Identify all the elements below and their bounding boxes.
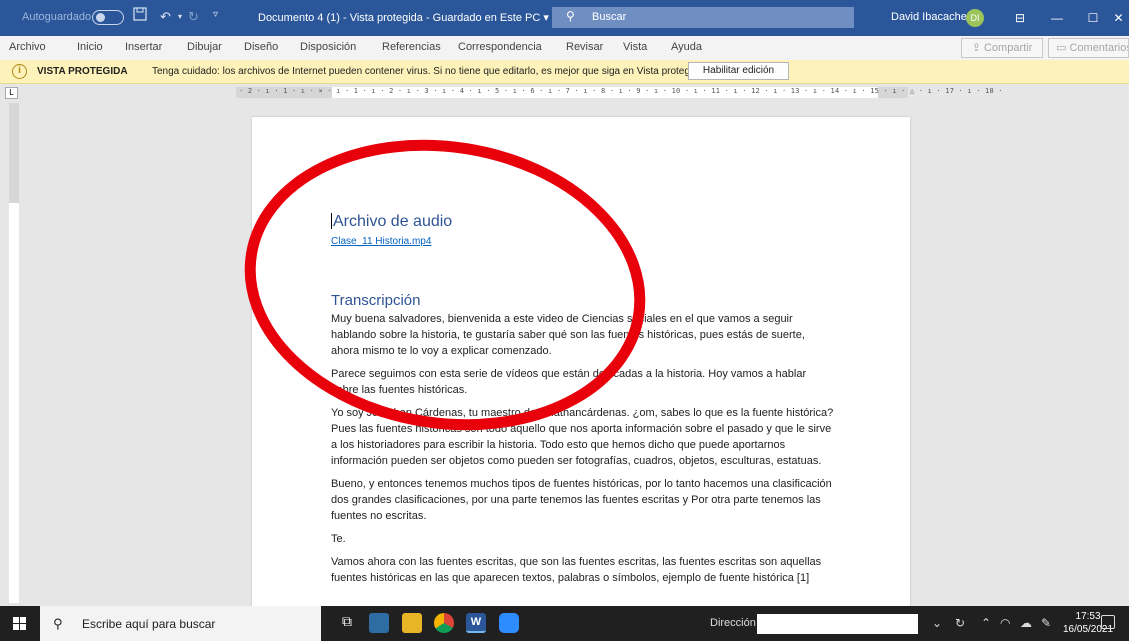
paragraph: Parece seguimos con esta serie de vídeos… xyxy=(331,368,807,396)
windows-taskbar: ⚲ Escribe aquí para buscar ⧉ W Dirección… xyxy=(0,606,1129,641)
tab-revisar[interactable]: Revisar xyxy=(566,41,603,53)
autosave-label: Autoguardado xyxy=(22,11,92,23)
audio-file-link[interactable]: Clase_11 Historia.mp4 xyxy=(331,234,836,250)
tab-disposicion[interactable]: Disposición xyxy=(300,41,356,53)
protected-view-bar: i VISTA PROTEGIDA Tenga cuidado: los arc… xyxy=(0,60,1129,84)
search-box[interactable]: ⚲ Buscar xyxy=(552,7,854,28)
pen-icon[interactable]: ✎ xyxy=(1041,616,1051,630)
ribbon-tabs: Archivo Inicio Insertar Dibujar Diseño D… xyxy=(0,36,1129,60)
task-view-icon[interactable]: ⧉ xyxy=(337,613,357,633)
notifications-icon[interactable] xyxy=(1101,615,1115,629)
refresh-icon[interactable]: ↻ xyxy=(955,616,965,630)
undo-dropdown-icon[interactable]: ▾ xyxy=(178,12,182,21)
address-label: Dirección xyxy=(710,617,756,629)
zoom-icon[interactable] xyxy=(499,613,519,633)
document-body[interactable]: Archivo de audio Clase_11 Historia.mp4 T… xyxy=(331,212,836,593)
info-icon: i xyxy=(12,64,27,79)
save-icon[interactable] xyxy=(133,7,147,24)
horizontal-ruler-area: L · 2 · ı · 1 · ı · ⨯ · ı · 1 · ı · 2 · … xyxy=(0,84,1129,103)
onedrive-icon[interactable]: ☁ xyxy=(1020,616,1032,630)
tab-selector[interactable]: L xyxy=(5,87,18,99)
vertical-ruler-margin xyxy=(9,103,19,203)
protected-view-title: VISTA PROTEGIDA xyxy=(37,66,128,77)
document-page[interactable]: Archivo de audio Clase_11 Historia.mp4 T… xyxy=(252,117,910,617)
tab-correspondencia[interactable]: Correspondencia xyxy=(458,41,542,53)
minimize-icon[interactable]: — xyxy=(1039,6,1075,30)
taskbar-search-placeholder: Escribe aquí para buscar xyxy=(82,617,216,631)
avatar[interactable]: DI xyxy=(966,9,984,27)
heading-transcripcion: Transcripción xyxy=(331,292,421,309)
windows-logo-icon[interactable] xyxy=(0,606,40,641)
share-icon: ⇪ xyxy=(971,42,981,54)
paragraph: Muy buena salvadores, bienvenida a este … xyxy=(331,313,805,357)
tab-referencias[interactable]: Referencias xyxy=(382,41,441,53)
tab-archivo[interactable]: Archivo xyxy=(9,41,46,53)
horizontal-ruler[interactable]: · 2 · ı · 1 · ı · ⨯ · ı · 1 · ı · 2 · ı … xyxy=(236,87,1002,98)
paragraph: Yo soy Jonathan Cárdenas, tu maestro de … xyxy=(331,407,834,467)
chevron-down-icon[interactable]: ⌄ xyxy=(932,616,942,630)
protected-view-message: Tenga cuidado: los archivos de Internet … xyxy=(152,66,707,77)
close-icon[interactable]: ✕ xyxy=(1108,6,1129,30)
maximize-icon[interactable]: ☐ xyxy=(1075,6,1111,30)
document-title: Documento 4 (1) - Vista protegida - Guar… xyxy=(258,12,549,24)
undo-icon[interactable]: ↶ xyxy=(160,9,171,25)
search-icon: ⚲ xyxy=(566,9,575,23)
paragraph: Bueno, y entonces tenemos muchos tipos d… xyxy=(331,478,832,522)
calculator-icon[interactable] xyxy=(369,613,389,633)
comments-button[interactable]: ▭ Comentarios xyxy=(1048,38,1129,58)
taskbar-search-box[interactable]: ⚲ Escribe aquí para buscar xyxy=(40,606,321,641)
tab-inicio[interactable]: Inicio xyxy=(77,41,103,53)
wifi-icon[interactable]: ◠ xyxy=(1000,616,1010,630)
heading-archivo-de-audio: Archivo de audio xyxy=(331,213,453,230)
comments-label: Comentarios xyxy=(1069,42,1129,54)
autosave-toggle[interactable] xyxy=(92,10,124,25)
address-input[interactable] xyxy=(757,614,918,634)
search-icon: ⚲ xyxy=(53,616,63,631)
text-cursor xyxy=(331,213,332,229)
share-button[interactable]: ⇪ Compartir xyxy=(961,38,1043,58)
tab-vista[interactable]: Vista xyxy=(623,41,647,53)
paragraph: Vamos ahora con las fuentes escritas, qu… xyxy=(331,556,822,584)
chevron-up-icon[interactable]: ⌃ xyxy=(981,616,991,630)
redo-icon: ↻ xyxy=(188,9,199,24)
ribbon-display-options-icon[interactable]: ⊟ xyxy=(1002,6,1038,30)
user-name[interactable]: David Ibacache xyxy=(891,11,967,23)
tab-dibujar[interactable]: Dibujar xyxy=(187,41,222,53)
title-bar: Autoguardado ↶ ▾ ↻ ▿ Documento 4 (1) - V… xyxy=(0,0,1129,36)
vertical-ruler[interactable] xyxy=(9,103,19,603)
enable-editing-button[interactable]: Habilitar edición xyxy=(688,62,789,80)
tab-ayuda[interactable]: Ayuda xyxy=(671,41,702,53)
share-label: Compartir xyxy=(983,42,1033,54)
paragraph: Te. xyxy=(331,533,346,545)
customize-qat-icon[interactable]: ▿ xyxy=(213,9,218,20)
comment-icon: ▭ xyxy=(1056,42,1067,54)
word-icon[interactable]: W xyxy=(466,613,486,633)
tab-insertar[interactable]: Insertar xyxy=(125,41,162,53)
search-placeholder: Buscar xyxy=(592,11,627,23)
title-dropdown-icon[interactable]: ▾ xyxy=(543,12,549,24)
tab-diseno[interactable]: Diseño xyxy=(244,41,278,53)
chrome-icon[interactable] xyxy=(434,613,454,633)
file-explorer-icon[interactable] xyxy=(402,613,422,633)
ruler-scale: · 2 · ı · 1 · ı · ⨯ · ı · 1 · ı · 2 · ı … xyxy=(239,87,1003,95)
toggle-knob xyxy=(96,13,105,22)
